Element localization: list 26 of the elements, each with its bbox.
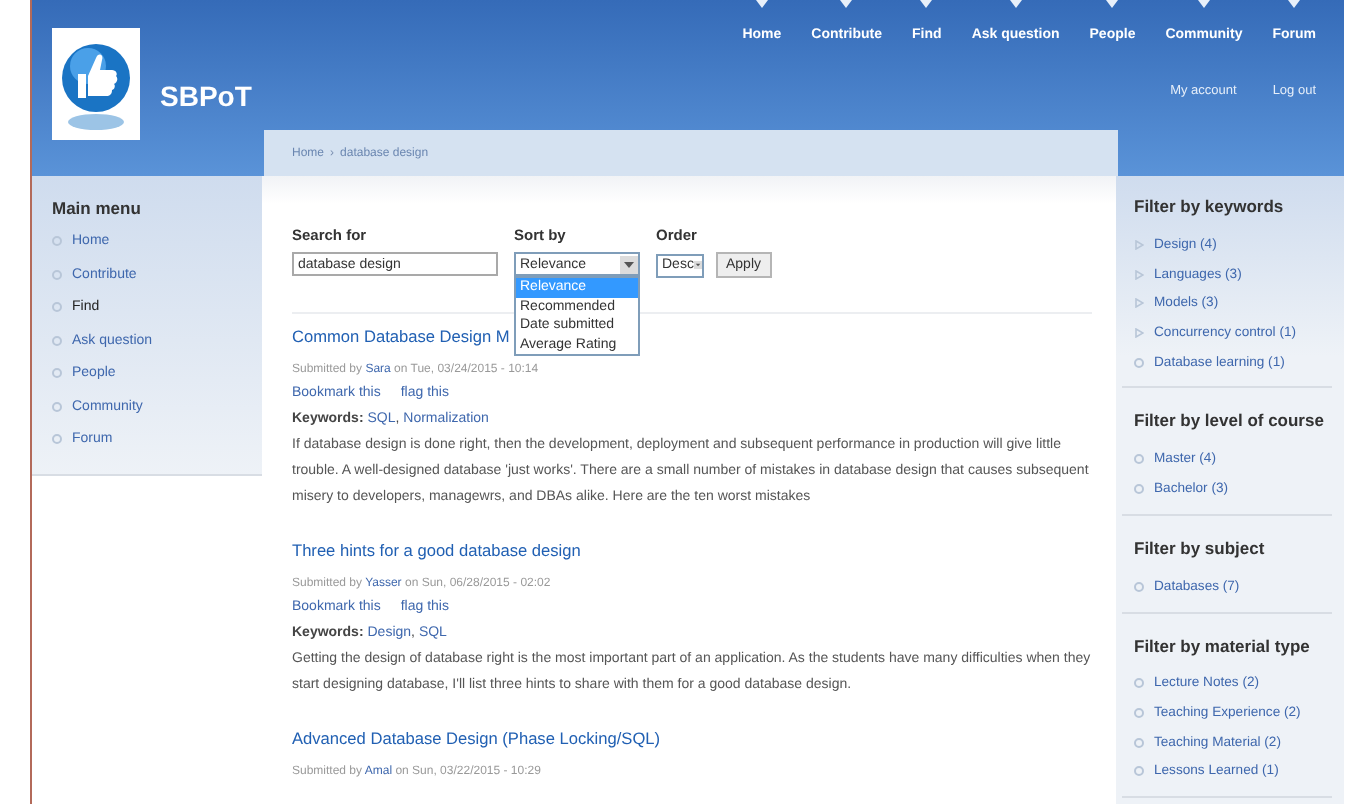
logo-icon — [52, 28, 140, 140]
pointer-icon — [1106, 0, 1119, 8]
result-title[interactable]: Three hints for a good database design — [292, 540, 581, 562]
bullet-icon — [52, 302, 62, 313]
sidebar-heading: Filter by level of course — [1134, 410, 1326, 431]
pointer-icon — [1009, 0, 1022, 8]
caret-icon — [620, 255, 638, 273]
sidebar-heading: Filter by material type — [1134, 635, 1312, 655]
bullet-icon — [52, 335, 62, 346]
pointer-icon — [755, 0, 768, 8]
pointer-icon — [920, 0, 933, 8]
pointer-icon — [1197, 0, 1210, 8]
caret-icon — [693, 256, 702, 274]
sidebar-heading: Main menu — [52, 198, 143, 218]
sidebar-heading: Filter by keywords — [1134, 196, 1286, 216]
bullet-icon — [52, 401, 62, 412]
result-title[interactable]: Common Database Design M — [292, 326, 510, 348]
bullet-icon — [52, 236, 62, 247]
bullet-icon — [52, 269, 62, 280]
bullet-icon — [52, 434, 62, 445]
pointer-icon — [1288, 0, 1301, 8]
sidebar-heading: Filter by subject — [1134, 537, 1267, 558]
pointer-icon — [840, 0, 853, 8]
bullet-icon — [52, 368, 62, 379]
site-title: SBPoT — [160, 80, 252, 112]
result-title[interactable]: Advanced Database Design (Phase Locking/SQL) — [292, 728, 661, 750]
